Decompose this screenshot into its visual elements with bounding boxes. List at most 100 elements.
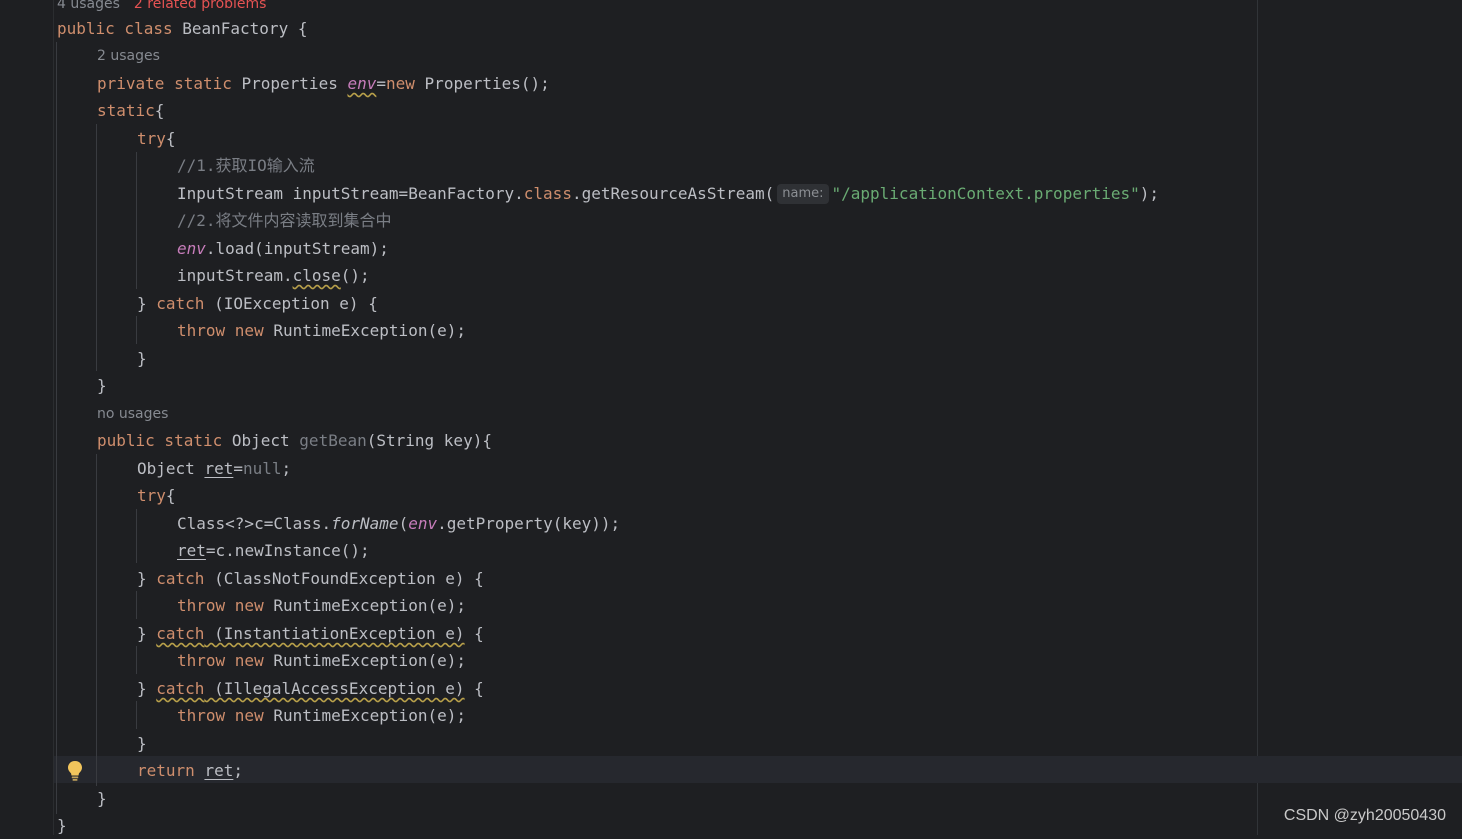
method-call: .load(inputStream); — [205, 239, 389, 258]
type-name: Object — [137, 459, 205, 478]
code-line[interactable]: return ret; — [137, 757, 243, 784]
statement-end: ; — [281, 459, 292, 478]
related-problems-hint[interactable]: 2 related problems — [134, 0, 267, 12]
brace: } — [137, 349, 147, 368]
catch-clause-warning[interactable]: (InstantiationException e) — [204, 624, 464, 643]
method-name[interactable]: getBean — [299, 431, 366, 450]
code-line[interactable]: env.load(inputStream); — [177, 235, 389, 262]
lightbulb-icon[interactable] — [66, 760, 84, 782]
brace: { — [165, 129, 176, 148]
keyword-warning[interactable]: catch — [156, 679, 204, 698]
comment: //2.将文件内容读取到集合中 — [177, 211, 392, 230]
usages-hint[interactable]: no usages — [97, 406, 168, 422]
brace: } — [97, 789, 107, 808]
exception-constructor: RuntimeException(e); — [273, 321, 466, 340]
keyword: class — [523, 184, 572, 203]
catch-clause: (ClassNotFoundException e) { — [204, 569, 484, 588]
catch-clause-warning[interactable]: (IllegalAccessException e) — [204, 679, 464, 698]
code-line[interactable]: ret=c.newInstance(); — [177, 537, 370, 564]
indent-guide — [136, 646, 137, 674]
code-line[interactable]: inputStream.close(); — [177, 262, 370, 289]
keyword: catch — [156, 569, 205, 588]
indent-guide — [136, 316, 137, 344]
code-line[interactable]: Class<?>c=Class.forName(env.getProperty(… — [177, 510, 620, 537]
catch-clause: (IOException e) { — [204, 294, 378, 313]
statement-end: (); — [340, 266, 370, 285]
brace: } — [57, 816, 67, 835]
code-line[interactable]: } catch (ClassNotFoundException e) { — [137, 565, 484, 592]
code-line[interactable]: } catch (InstantiationException e) { — [137, 620, 484, 647]
code-line[interactable]: public class BeanFactory { — [57, 15, 307, 42]
code-line[interactable]: throw new RuntimeException(e); — [177, 317, 466, 344]
keyword-warning[interactable]: catch — [156, 624, 204, 643]
code-editor[interactable]: 4 usages 2 related problems public class … — [54, 0, 1462, 835]
keyword: public static — [97, 431, 232, 450]
code-line[interactable]: public static Object getBean(String key)… — [97, 427, 492, 454]
code-line[interactable]: } catch (IOException e) { — [137, 290, 378, 317]
statement: InputStream inputStream=BeanFactory. — [177, 184, 524, 203]
variable-ret[interactable]: ret — [204, 761, 233, 780]
indent-guide — [136, 701, 137, 729]
exception-constructor: RuntimeException(e); — [273, 651, 466, 670]
brace: { — [154, 101, 165, 120]
brace: } — [137, 569, 157, 588]
comment: //1.获取IO输入流 — [177, 156, 315, 175]
variable: inputStream. — [177, 266, 293, 285]
method-close[interactable]: close — [293, 266, 341, 285]
code-line[interactable]: try{ — [137, 125, 176, 152]
string-literal: "/applicationContext.properties" — [831, 184, 1140, 203]
parameter-hint: name: — [777, 184, 829, 204]
code-line[interactable]: private static Properties env=new Proper… — [97, 70, 550, 97]
code-line[interactable]: throw new RuntimeException(e); — [177, 592, 466, 619]
keyword: static — [97, 101, 155, 120]
keyword: throw new — [177, 706, 274, 725]
method-usages-inlay[interactable]: no usages — [97, 404, 168, 424]
method-call: .getResourceAsStream( — [571, 184, 775, 203]
indent-guide — [96, 124, 97, 371]
parameter-list: (String key){ — [366, 431, 492, 450]
code-line[interactable]: } — [137, 345, 147, 372]
code-line[interactable]: static{ — [97, 97, 164, 124]
keyword: try — [137, 129, 166, 148]
field-usages-inlay[interactable]: 2 usages — [97, 46, 160, 66]
static-method-forname[interactable]: forName — [331, 514, 398, 533]
code-line[interactable]: Object ret=null; — [137, 455, 291, 482]
field-env[interactable]: env — [347, 74, 376, 93]
class-usages-inlay[interactable]: 4 usages 2 related problems — [57, 0, 266, 14]
method-call: .getProperty(key)); — [437, 514, 621, 533]
code-line[interactable]: throw new RuntimeException(e); — [177, 647, 466, 674]
usages-hint[interactable]: 2 usages — [97, 48, 160, 64]
code-line[interactable]: InputStream inputStream=BeanFactory.clas… — [177, 180, 1159, 207]
field-env[interactable]: env — [408, 514, 437, 533]
keyword: throw new — [177, 321, 274, 340]
indent-guide — [136, 509, 137, 563]
brace: } — [137, 679, 157, 698]
code-line[interactable]: } — [97, 785, 107, 812]
brace: } — [97, 376, 107, 395]
field-env[interactable]: env — [177, 239, 206, 258]
code-line[interactable]: } catch (IllegalAccessException e) { — [137, 675, 484, 702]
statement-end: ; — [233, 761, 243, 780]
operator: = — [233, 459, 243, 478]
code-line[interactable]: //1.获取IO输入流 — [177, 152, 315, 179]
null-literal: null — [242, 459, 282, 478]
indent-guide — [136, 591, 137, 619]
constructor-call: Properties(); — [424, 74, 550, 93]
variable-ret[interactable]: ret — [177, 541, 206, 560]
keyword: try — [137, 486, 166, 505]
code-line[interactable]: //2.将文件内容读取到集合中 — [177, 207, 392, 234]
code-line[interactable]: } — [137, 730, 147, 757]
class-declaration: BeanFactory { — [182, 19, 308, 38]
statement: Class<?>c=Class. — [177, 514, 332, 533]
brace: } — [137, 734, 147, 753]
watermark: CSDN @zyh20050430 — [1283, 807, 1446, 824]
usages-hint[interactable]: 4 usages — [57, 0, 120, 12]
code-line[interactable]: throw new RuntimeException(e); — [177, 702, 466, 729]
variable-ret[interactable]: ret — [204, 459, 233, 478]
keyword: return — [137, 761, 205, 780]
keyword: catch — [156, 294, 205, 313]
brace: } — [137, 294, 157, 313]
code-line[interactable]: try{ — [137, 482, 176, 509]
statement-end: ); — [1139, 184, 1160, 203]
code-line[interactable]: } — [97, 372, 107, 399]
